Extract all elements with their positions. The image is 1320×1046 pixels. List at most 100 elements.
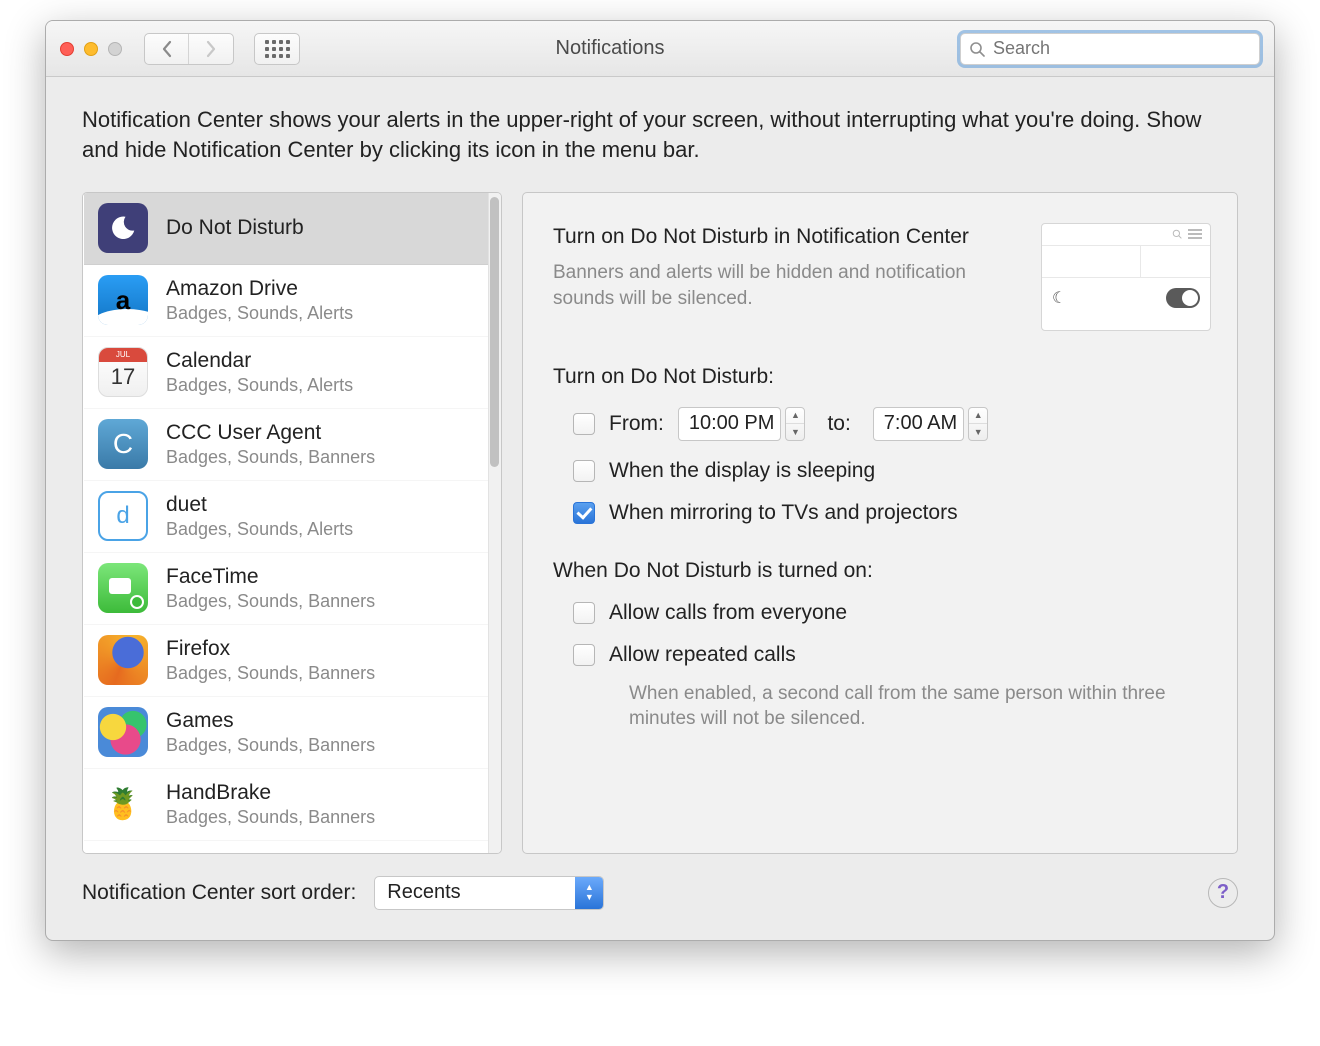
allow-repeated-checkbox[interactable] [573,644,595,666]
app-row-ccc[interactable]: C CCC User Agent Badges, Sounds, Banners [84,409,488,481]
app-name: Amazon Drive [166,277,353,301]
grid-icon [265,40,290,58]
question-icon: ? [1217,881,1229,904]
titlebar: Notifications [46,21,1274,77]
to-time-value: 7:00 AM [884,412,957,435]
firefox-icon [98,635,148,685]
calendar-icon: JUL 17 [98,347,148,397]
facetime-icon [98,563,148,613]
mirroring-row: When mirroring to TVs and projectors [573,501,1211,525]
games-icon [98,707,148,757]
app-name: Calendar [166,349,353,373]
app-row-do-not-disturb[interactable]: Do Not Disturb [84,193,488,265]
app-name: duet [166,493,353,517]
content-area: Notification Center shows your alerts in… [46,77,1274,940]
duet-icon: d [98,491,148,541]
app-sub: Badges, Sounds, Banners [166,807,375,828]
from-label: From: [609,412,664,436]
allow-everyone-row: Allow calls from everyone [573,601,1211,625]
nav-segment [144,33,234,65]
mirroring-label: When mirroring to TVs and projectors [609,501,958,525]
intro-text: Notification Center shows your alerts in… [82,105,1238,166]
app-sub: Badges, Sounds, Banners [166,735,375,756]
app-name: HandBrake [166,781,375,805]
repeated-hint: When enabled, a second call from the sam… [573,681,1211,732]
panels: Do Not Disturb a Amazon Drive Badges, So… [82,192,1238,854]
select-arrows-icon: ▲▼ [575,877,603,909]
app-name: Games [166,709,375,733]
minimize-window-button[interactable] [84,42,98,56]
search-icon [969,41,985,57]
footer: Notification Center sort order: Recents … [82,854,1238,918]
to-stepper[interactable]: ▲▼ [968,407,988,441]
detail-title: Turn on Do Not Disturb in Notification C… [553,223,1021,250]
display-sleep-checkbox[interactable] [573,460,595,482]
show-all-button[interactable] [254,33,300,65]
app-sub: Badges, Sounds, Banners [166,591,375,612]
search-input[interactable] [993,38,1251,59]
app-row-calendar[interactable]: JUL 17 Calendar Badges, Sounds, Alerts [84,337,488,409]
app-sub: Badges, Sounds, Alerts [166,303,353,324]
app-name: Firefox [166,637,375,661]
schedule-header: Turn on Do Not Disturb: [553,365,1211,389]
detail-panel: Turn on Do Not Disturb in Notification C… [522,192,1238,854]
app-list[interactable]: Do Not Disturb a Amazon Drive Badges, So… [83,193,488,853]
display-sleep-label: When the display is sleeping [609,459,875,483]
app-sub: Badges, Sounds, Alerts [166,375,353,396]
to-time-field[interactable]: 7:00 AM [873,407,964,441]
scroll-thumb[interactable] [490,197,499,467]
zoom-window-button [108,42,122,56]
sort-order-label: Notification Center sort order: [82,881,356,905]
display-sleep-row: When the display is sleeping [573,459,1211,483]
amazon-drive-icon: a [98,275,148,325]
app-sub: Badges, Sounds, Alerts [166,519,353,540]
from-time-field[interactable]: 10:00 PM [678,407,782,441]
app-row-duet[interactable]: d duet Badges, Sounds, Alerts [84,481,488,553]
from-to-row: From: 10:00 PM ▲▼ to: 7:00 AM ▲▼ [573,407,1211,441]
ccc-icon: C [98,419,148,469]
sort-order-value: Recents [387,881,460,904]
forward-button[interactable] [189,34,233,64]
preview-toggle [1166,288,1200,308]
notification-center-preview: ☾ [1041,223,1211,331]
cal-day: 17 [111,364,135,390]
allow-everyone-checkbox[interactable] [573,602,595,624]
back-button[interactable] [145,34,189,64]
preview-search-icon [1172,229,1182,239]
from-stepper[interactable]: ▲▼ [785,407,805,441]
on-header: When Do Not Disturb is turned on: [553,559,1211,583]
app-row-handbrake[interactable]: 🍍 HandBrake Badges, Sounds, Banners [84,769,488,841]
from-checkbox[interactable] [573,413,595,435]
window-controls [60,42,122,56]
chevron-right-icon [205,40,217,58]
sort-order-select[interactable]: Recents ▲▼ [374,876,604,910]
allow-everyone-label: Allow calls from everyone [609,601,847,625]
search-field[interactable] [960,33,1260,65]
app-name: FaceTime [166,565,375,589]
app-row-facetime[interactable]: FaceTime Badges, Sounds, Banners [84,553,488,625]
scrollbar[interactable] [488,193,501,853]
preview-moon-icon: ☾ [1052,288,1066,308]
chevron-left-icon [161,40,173,58]
app-row-amazon-drive[interactable]: a Amazon Drive Badges, Sounds, Alerts [84,265,488,337]
moon-icon [98,203,148,253]
app-sub: Badges, Sounds, Banners [166,663,375,684]
app-row-games[interactable]: Games Badges, Sounds, Banners [84,697,488,769]
preferences-window: Notifications Notification Center shows … [45,20,1275,941]
cal-month: JUL [99,348,147,362]
mirroring-checkbox[interactable] [573,502,595,524]
app-sub: Badges, Sounds, Banners [166,447,375,468]
app-name: CCC User Agent [166,421,375,445]
preview-list-icon [1188,229,1202,239]
app-row-firefox[interactable]: Firefox Badges, Sounds, Banners [84,625,488,697]
help-button[interactable]: ? [1208,878,1238,908]
window-title: Notifications [310,37,950,60]
close-window-button[interactable] [60,42,74,56]
allow-repeated-row: Allow repeated calls [573,643,1211,667]
detail-desc: Banners and alerts will be hidden and no… [553,260,1021,311]
to-label: to: [827,412,850,436]
from-time-value: 10:00 PM [689,412,775,435]
app-list-panel: Do Not Disturb a Amazon Drive Badges, So… [82,192,502,854]
detail-header: Turn on Do Not Disturb in Notification C… [553,223,1211,331]
handbrake-icon: 🍍 [98,779,148,829]
